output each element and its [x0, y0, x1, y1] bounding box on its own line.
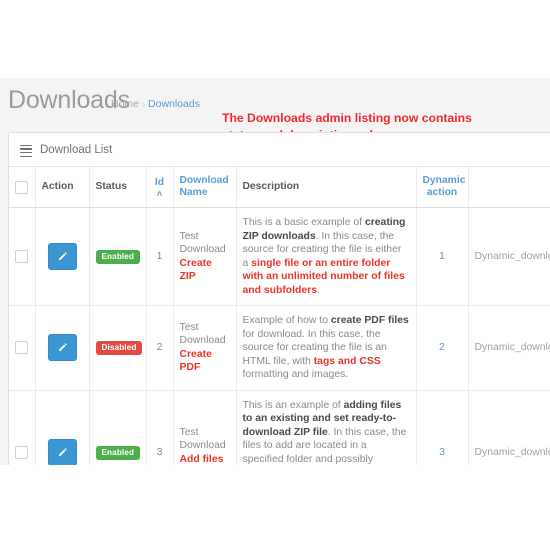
- header-id[interactable]: Id ˄: [146, 167, 174, 208]
- panel-title: Download List: [40, 143, 113, 156]
- row-dynamic-action-cell: 1: [416, 207, 469, 306]
- row-mask-cell: Dynamic_downloads_create_pdf: [468, 305, 550, 391]
- breadcrumb-separator-icon: ›: [142, 99, 146, 109]
- table-row: Disabled 2 Test Download Create PDF Example …: [9, 305, 550, 391]
- row-dynamic-action-cell: 2: [416, 305, 469, 391]
- row-checkbox[interactable]: [15, 250, 29, 263]
- dynamic-action-link[interactable]: 1: [439, 251, 445, 262]
- screenshot-root: Downloads Home › Downloads The Downloads a…: [0, 0, 550, 550]
- table-row: Enabled3Test DownloadAdd files to ZIPThi…: [9, 390, 550, 465]
- panel-heading: Download List: [9, 133, 550, 167]
- row-download-name-cell: Test Download Create PDF: [173, 305, 237, 391]
- dynamic-action-link[interactable]: 2: [439, 342, 445, 353]
- breadcrumb-home[interactable]: Home: [111, 98, 139, 110]
- row-mask-cell: Dynamic_downloads_create_zip: [468, 207, 550, 306]
- download-name-accent: Add files to ZIP: [179, 453, 224, 465]
- row-id-cell: 1: [146, 207, 174, 306]
- row-id-cell: 3: [146, 390, 174, 465]
- edit-button[interactable]: [47, 243, 77, 270]
- pencil-icon: [57, 251, 68, 262]
- header-description: Description: [236, 167, 417, 208]
- downloads-table: Action Status Id ˄ Download Name Descrip…: [9, 167, 550, 465]
- download-list-panel: Download List Action Status Id ˄ Downloa…: [8, 132, 550, 465]
- row-id-cell: 2: [146, 305, 174, 391]
- row-select-cell[interactable]: [9, 305, 36, 391]
- row-checkbox[interactable]: [15, 446, 29, 459]
- dynamic-action-link[interactable]: 3: [439, 447, 445, 458]
- row-description-cell: Example of how to create PDF files for d…: [236, 305, 417, 391]
- breadcrumb-current[interactable]: Downloads: [148, 98, 200, 110]
- header-mask[interactable]: Mask: [468, 167, 550, 208]
- row-download-name-cell: Test DownloadAdd files to ZIP: [173, 390, 237, 465]
- edit-button[interactable]: [47, 334, 77, 362]
- download-name-accent: Create PDF: [179, 348, 212, 374]
- header-dynamic-action[interactable]: Dynamic action: [416, 167, 469, 208]
- edit-button[interactable]: [47, 439, 77, 465]
- row-action-cell: [35, 305, 90, 391]
- row-download-name-cell: Test Download Create ZIP: [173, 207, 237, 306]
- row-action-cell: [35, 207, 90, 306]
- pencil-icon: [57, 342, 68, 353]
- row-checkbox[interactable]: [15, 341, 29, 355]
- header-select-all[interactable]: [9, 167, 36, 208]
- row-dynamic-action-cell: 3: [416, 390, 469, 465]
- row-description-cell: This is a basic example of creating ZIP …: [236, 207, 417, 306]
- download-name-text: Test Download: [179, 321, 226, 347]
- breadcrumb: Home › Downloads: [111, 98, 200, 110]
- row-select-cell[interactable]: [9, 390, 36, 465]
- table-body: Enabled 1 Test Download Create ZIP This is a…: [9, 207, 550, 465]
- table-header-row: Action Status Id ˄ Download Name Descrip…: [9, 167, 550, 208]
- sort-ascending-icon: ˄: [156, 188, 163, 199]
- download-name-text: Test Download: [179, 426, 226, 452]
- list-icon: [20, 144, 32, 158]
- row-action-cell: [35, 390, 90, 465]
- row-status-cell: Enabled: [89, 390, 147, 465]
- row-select-cell[interactable]: [9, 207, 36, 306]
- row-description-cell: This is an example of adding files to an…: [236, 390, 417, 465]
- table-row: Enabled 1 Test Download Create ZIP This is a…: [9, 207, 550, 306]
- page-content-band: Downloads Home › Downloads The Downloads a…: [0, 78, 550, 465]
- row-mask-cell: Dynamic_downloads_add_files: [468, 390, 550, 465]
- status-badge: Enabled: [95, 445, 141, 460]
- header-status: Status: [89, 167, 147, 208]
- status-badge: Disabled: [95, 340, 143, 355]
- row-status-cell: Enabled: [89, 207, 147, 306]
- status-badge: Enabled: [95, 249, 141, 264]
- select-all-checkbox[interactable]: [15, 180, 29, 194]
- header-id-label: Id: [154, 176, 165, 188]
- header-action: Action: [35, 167, 90, 208]
- download-name-text: Test Download: [179, 230, 226, 256]
- header-download-name[interactable]: Download Name: [173, 167, 237, 208]
- pencil-icon: [57, 447, 68, 458]
- viewport-bottom-blank: [0, 465, 550, 550]
- row-status-cell: Disabled: [89, 305, 147, 391]
- download-name-accent: Create ZIP: [179, 257, 212, 283]
